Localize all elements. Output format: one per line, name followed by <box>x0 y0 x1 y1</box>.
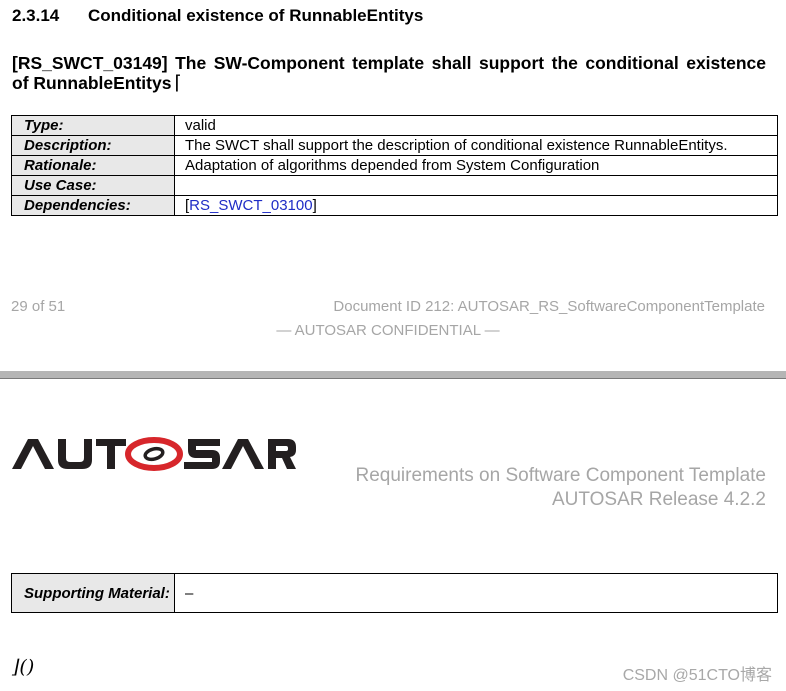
dependencies-value: [RS_SWCT_03100] <box>174 195 778 216</box>
page-number: 29 of 51 <box>11 298 66 315</box>
dependency-link[interactable]: RS_SWCT_03100 <box>189 197 312 214</box>
use-case-label: Use Case: <box>11 175 175 196</box>
description-label: Description: <box>11 135 175 156</box>
table-row: Description: The SWCT shall support the … <box>11 135 778 156</box>
dependencies-suffix: ] <box>312 197 317 214</box>
requirement-table: Type: valid Description: The SWCT shall … <box>11 115 778 216</box>
dependencies-label: Dependencies: <box>11 195 175 216</box>
description-value: The SWCT shall support the description o… <box>174 135 778 156</box>
document-id: Document ID 212: AUTOSAR_RS_SoftwareComp… <box>333 298 765 315</box>
page-separator-line <box>0 378 786 379</box>
table-row: Type: valid <box>11 115 778 136</box>
table-row: Dependencies: [RS_SWCT_03100] <box>11 195 778 216</box>
open-bracket-mark: ⌈ <box>174 73 182 94</box>
supporting-material-value: – <box>174 573 778 613</box>
section-title: Conditional existence of RunnableEntitys <box>88 6 424 25</box>
section-heading: 2.3.14 Conditional existence of RunnableE… <box>12 6 423 26</box>
autosar-logo <box>12 437 296 471</box>
page-separator <box>0 371 786 378</box>
rationale-label: Rationale: <box>11 155 175 176</box>
requirement-title-text: [RS_SWCT_03149] The SW-Component templat… <box>12 53 766 93</box>
supporting-material-table: Supporting Material: – <box>11 573 778 613</box>
type-value: valid <box>174 115 778 136</box>
document-title: Requirements on Software Component Templ… <box>355 465 767 486</box>
use-case-value <box>174 175 778 196</box>
confidential-notice: — AUTOSAR CONFIDENTIAL — <box>276 322 500 339</box>
watermark: CSDN @51CTO博客 <box>622 667 772 684</box>
section-number: 2.3.14 <box>12 6 60 25</box>
requirement-title: [RS_SWCT_03149] The SW-Component templat… <box>12 53 766 94</box>
release-version: AUTOSAR Release 4.2.2 <box>551 489 766 510</box>
close-bracket-mark: ⌋() <box>12 656 35 678</box>
table-row: Rationale: Adaptation of algorithms depe… <box>11 155 778 176</box>
rationale-value: Adaptation of algorithms depended from S… <box>174 155 778 176</box>
supporting-material-label: Supporting Material: <box>11 573 175 613</box>
table-row: Use Case: <box>11 175 778 196</box>
document-header: Requirements on Software Component Templ… <box>356 464 767 512</box>
table-row: Supporting Material: – <box>11 573 778 613</box>
type-label: Type: <box>11 115 175 136</box>
